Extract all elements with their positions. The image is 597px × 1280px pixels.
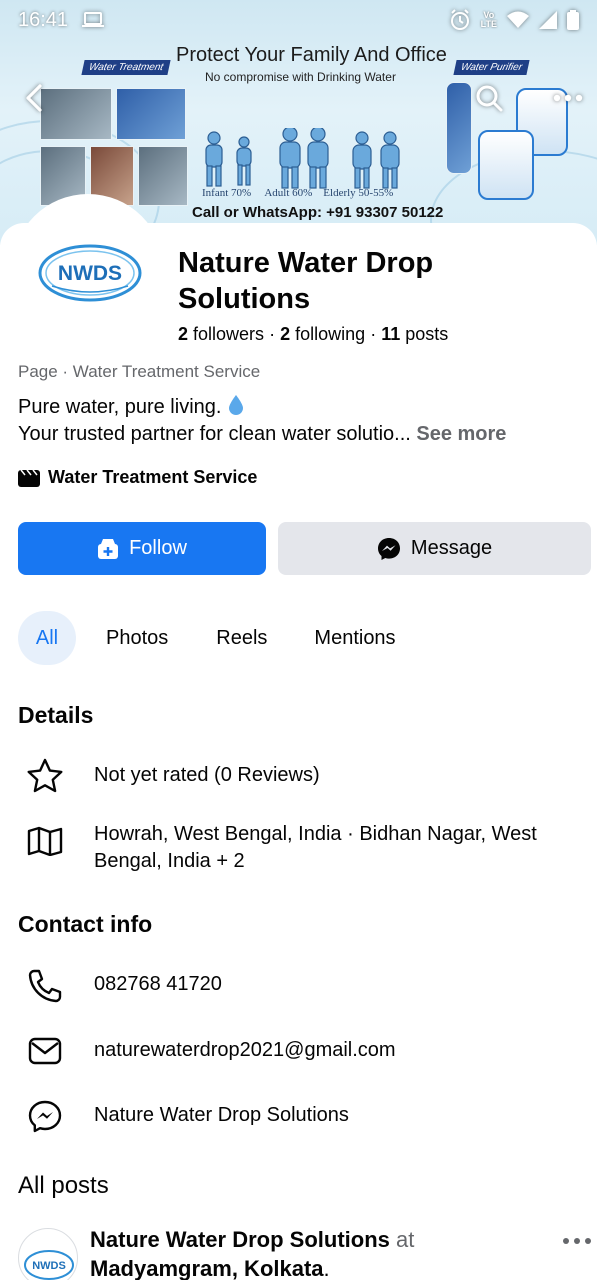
post-header: Nature Water Drop Solutions at Madyamgra… [90,1227,415,1280]
cover-purifier-unit [478,130,534,200]
page-title-line2: Solutions [178,283,311,315]
followers-link[interactable]: 2 followers [178,324,264,344]
all-posts-heading: All posts [18,1172,109,1199]
film-icon [18,469,40,487]
follow-label: Follow [129,537,187,559]
tab-mentions[interactable]: Mentions [314,611,395,665]
following-count: 2 [280,324,291,344]
laptop-icon [82,12,105,27]
bio-line1: Pure water, pure living. [18,396,222,418]
location-text: Howrah, West Bengal, India · Bidhan Naga… [94,821,537,875]
cover-age-labels: Infant 70% Adult 60% Elderly 50-55% [202,187,394,199]
cover-equipment-photo [138,146,188,206]
cover-equipment-photo [116,88,186,140]
post-author-avatar[interactable]: NWDS [18,1228,78,1280]
following-link[interactable]: 2 following [280,324,365,344]
alarm-icon [450,9,469,30]
bio-line2: Your trusted partner for clean water sol… [18,423,411,445]
phone-icon [28,969,62,1003]
posts-count: 11 [381,324,401,344]
water-drop-icon [229,395,243,415]
post-avatar-text: NWDS [32,1260,66,1272]
tab-photos[interactable]: Photos [106,611,168,665]
stats-separator: · [370,324,377,344]
volte-indicator: Vo LTE [481,11,497,29]
posts-link[interactable]: 11 posts [381,324,448,344]
cover-contact-line: Call or WhatsApp: +91 93307 50122 [192,204,444,221]
rating-row[interactable] [26,758,64,794]
lte-label: LTE [480,19,497,29]
messenger-row[interactable] [26,1099,64,1135]
location-line1: Howrah, West Bengal, India · Bidhan Naga… [94,823,537,845]
see-more-link[interactable]: See more [416,423,506,445]
post-author-name[interactable]: Nature Water Drop Solutions [90,1227,390,1252]
service-category-label: Water Treatment Service [48,467,258,487]
search-button[interactable] [471,80,507,116]
post-at-label: at [396,1227,415,1252]
star-icon [27,758,63,793]
family-figures-illustration [205,128,400,189]
search-icon [476,85,503,112]
back-arrow-icon [26,84,42,112]
cover-subline: No compromise with Drinking Water [205,70,396,84]
post-more-button[interactable] [562,1232,592,1250]
map-icon [27,826,63,856]
stats-separator: · [269,324,276,344]
messenger-icon [28,1100,62,1133]
cover-tag-water-treatment: Water Treatment [81,60,171,75]
message-button[interactable]: Message [278,522,591,575]
page-category: Page · Water Treatment Service [18,362,261,381]
nwds-logo: NWDS [38,244,142,302]
location-row[interactable] [26,826,64,856]
details-heading: Details [18,702,94,728]
messenger-icon [377,537,400,560]
page-title-line1: Nature Water Drop [178,247,434,279]
more-options-button[interactable] [550,80,586,116]
post-location[interactable]: Madyamgram, Kolkata [90,1256,324,1280]
following-label: following [295,324,366,344]
wifi-icon [507,11,529,28]
phone-number[interactable]: 082768 41720 [94,971,222,998]
follow-plus-icon [98,538,119,559]
follow-button[interactable]: Follow [18,522,266,575]
message-label: Message [410,537,493,559]
rating-text: Not yet rated (0 Reviews) [94,764,320,786]
tab-reels[interactable]: Reels [216,611,267,665]
page-title: Nature Water Drop Solutions [178,245,433,317]
contact-info-heading: Contact info [18,911,153,937]
nwds-logo: NWDS [24,1250,74,1280]
logo-text: NWDS [58,262,122,285]
signal-icon [539,11,557,29]
followers-count: 2 [178,324,189,344]
email-icon [28,1037,62,1065]
more-icon [553,94,583,102]
phone-row[interactable] [26,968,64,1004]
location-line2: Bengal, India + 2 [94,850,245,872]
cover-headline: Protect Your Family And Office [176,44,447,66]
status-time: 16:41 [18,8,69,31]
posts-label: posts [405,324,449,344]
back-button[interactable] [16,80,52,116]
profile-stats: 2 followers · 2 following · 11 posts [178,324,448,345]
page-bio: Pure water, pure living. Your trusted pa… [18,394,506,448]
battery-icon [567,10,579,30]
cover-filter-vessel [446,82,472,174]
tab-all[interactable]: All [18,611,76,665]
email-address[interactable]: naturewaterdrop2021@gmail.com [94,1037,396,1064]
messenger-name[interactable]: Nature Water Drop Solutions [94,1102,349,1129]
status-bar: 16:41 Vo LTE [0,0,597,40]
service-category-row: Water Treatment Service [18,467,257,488]
cover-tag-water-purifier: Water Purifier [453,60,530,75]
more-icon [563,1238,591,1244]
profile-tabs: All Photos Reels Mentions [18,611,396,665]
followers-label: followers [193,324,265,344]
email-row[interactable] [26,1036,64,1066]
